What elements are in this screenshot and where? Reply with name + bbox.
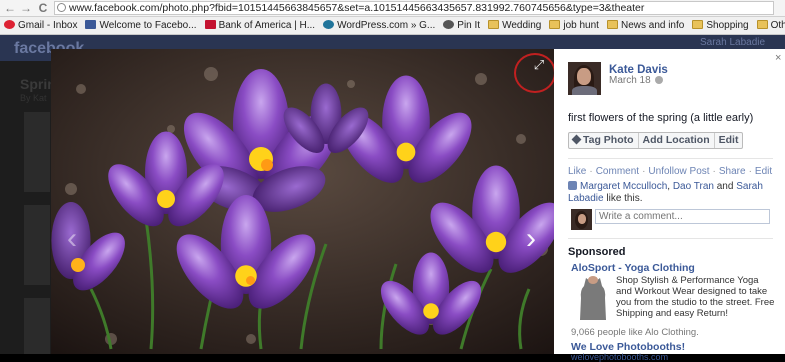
post-action-edit[interactable]: Edit — [755, 166, 772, 177]
ad-description: Shop Stylish & Performance Yoga and Work… — [616, 275, 775, 319]
bookmark-label: Other Stuff — [770, 20, 785, 31]
background-user-name: Sarah Labadie — [700, 37, 766, 48]
post-date-text: March 18 — [609, 75, 651, 86]
post-actions-row: Like · Comment · Unfollow Post · Share · Edit — [568, 166, 772, 177]
tag-icon — [571, 134, 582, 145]
folder-icon — [549, 20, 561, 29]
post-action-like[interactable]: Like — [568, 166, 586, 177]
bookmarks-bar: Gmail - Inbox Welcome to Facebo... Bank of… — [0, 17, 785, 35]
ad-likes-count: 9,066 people like Alo Clothing. — [571, 327, 699, 338]
background-thumbnail — [24, 298, 50, 354]
liker-joiner: and — [713, 181, 737, 192]
globe-icon — [57, 3, 66, 12]
background-thumbnail — [24, 112, 50, 192]
bookmark-item[interactable]: Shopping — [688, 17, 752, 34]
commenter-avatar — [571, 209, 592, 230]
likes-suffix: like this. — [603, 193, 643, 204]
link-separator: · — [748, 166, 752, 177]
photo-viewer[interactable] — [51, 49, 554, 354]
tag-photo-button[interactable]: Tag Photo — [569, 133, 639, 148]
bookmark-label: Gmail - Inbox — [18, 20, 78, 31]
bookmark-item[interactable]: Pin It — [439, 17, 484, 34]
close-icon[interactable]: × — [775, 52, 785, 64]
bookmark-item[interactable]: News and info — [603, 17, 688, 34]
bookmark-label: News and info — [620, 20, 685, 31]
tag-photo-label: Tag Photo — [583, 134, 634, 146]
folder-icon — [606, 20, 618, 29]
liker-link[interactable]: Margaret Mcculloch — [580, 181, 667, 192]
like-thumb-icon — [568, 181, 577, 190]
folder-icon — [756, 20, 768, 29]
audience-icon[interactable] — [654, 76, 663, 84]
likes-summary: Margaret Mcculloch, Dao Tran and Sarah L… — [568, 181, 778, 205]
folder-icon — [692, 20, 704, 29]
pin-icon — [443, 20, 455, 29]
background-thumbnail — [24, 205, 50, 285]
next-photo-arrow[interactable]: › — [521, 223, 541, 255]
bookmark-label: Shopping — [706, 20, 749, 31]
post-action-share[interactable]: Share — [719, 166, 746, 177]
divider — [568, 158, 773, 159]
post-action-comment[interactable]: Comment — [596, 166, 639, 177]
previous-photo-arrow[interactable]: ‹ — [62, 223, 82, 255]
bookmark-label: WordPress.com » G... — [337, 20, 436, 31]
reload-button[interactable]: C — [36, 1, 50, 15]
bookmark-item[interactable]: Wedding — [484, 17, 545, 34]
gmail-icon — [4, 20, 15, 29]
divider — [568, 238, 773, 239]
bookmark-item[interactable]: Gmail - Inbox — [0, 17, 81, 34]
address-bar[interactable]: www.facebook.com/photo.php?fbid=10151445… — [54, 1, 774, 15]
photo-actions: Tag Photo Add Location Edit — [568, 132, 744, 149]
ad-title-link[interactable]: AloSport - Yoga Clothing — [571, 262, 695, 274]
url-text: www.facebook.com/photo.php?fbid=10151445… — [69, 2, 645, 14]
link-separator: · — [642, 166, 646, 177]
bank-icon — [204, 20, 216, 29]
bookmark-item[interactable]: Other Stuff — [753, 17, 785, 34]
bookmark-label: Bank of America | H... — [218, 20, 316, 31]
bookmark-item[interactable]: Welcome to Facebo... — [81, 17, 200, 34]
crocus-flowers-photo — [51, 49, 554, 354]
add-location-button[interactable]: Add Location — [639, 133, 715, 148]
ad-product-image[interactable] — [573, 276, 613, 322]
facebook-icon — [85, 20, 97, 29]
edit-button[interactable]: Edit — [715, 133, 743, 148]
background-album-author: By Kat — [20, 93, 47, 103]
author-avatar[interactable] — [568, 62, 601, 95]
browser-toolbar: ← → C www.facebook.com/photo.php?fbid=10… — [0, 0, 785, 17]
bookmark-label: Welcome to Facebo... — [99, 20, 197, 31]
bookmark-label: Wedding — [502, 20, 542, 31]
annotation-circle — [514, 53, 556, 93]
tank-top-image — [580, 276, 606, 320]
liker-link[interactable]: Dao Tran — [673, 181, 714, 192]
bookmark-label: Pin It — [457, 20, 481, 31]
comment-input[interactable] — [595, 209, 770, 224]
bookmark-item[interactable]: Bank of America | H... — [201, 17, 320, 34]
link-separator: · — [712, 166, 716, 177]
forward-button[interactable]: → — [19, 1, 33, 15]
wordpress-icon — [323, 20, 335, 29]
photo-caption: first flowers of the spring (a little ea… — [568, 112, 754, 124]
sponsored-heading: Sponsored — [568, 246, 626, 258]
bookmark-item[interactable]: job hunt — [545, 17, 603, 34]
back-button[interactable]: ← — [3, 1, 17, 15]
folder-icon — [488, 20, 500, 29]
post-action-unfollow-post[interactable]: Unfollow Post — [648, 166, 709, 177]
bookmark-label: job hunt — [563, 20, 599, 31]
bookmark-item[interactable]: WordPress.com » G... — [319, 17, 439, 34]
post-date[interactable]: March 18 — [609, 75, 663, 86]
link-separator: · — [589, 166, 593, 177]
